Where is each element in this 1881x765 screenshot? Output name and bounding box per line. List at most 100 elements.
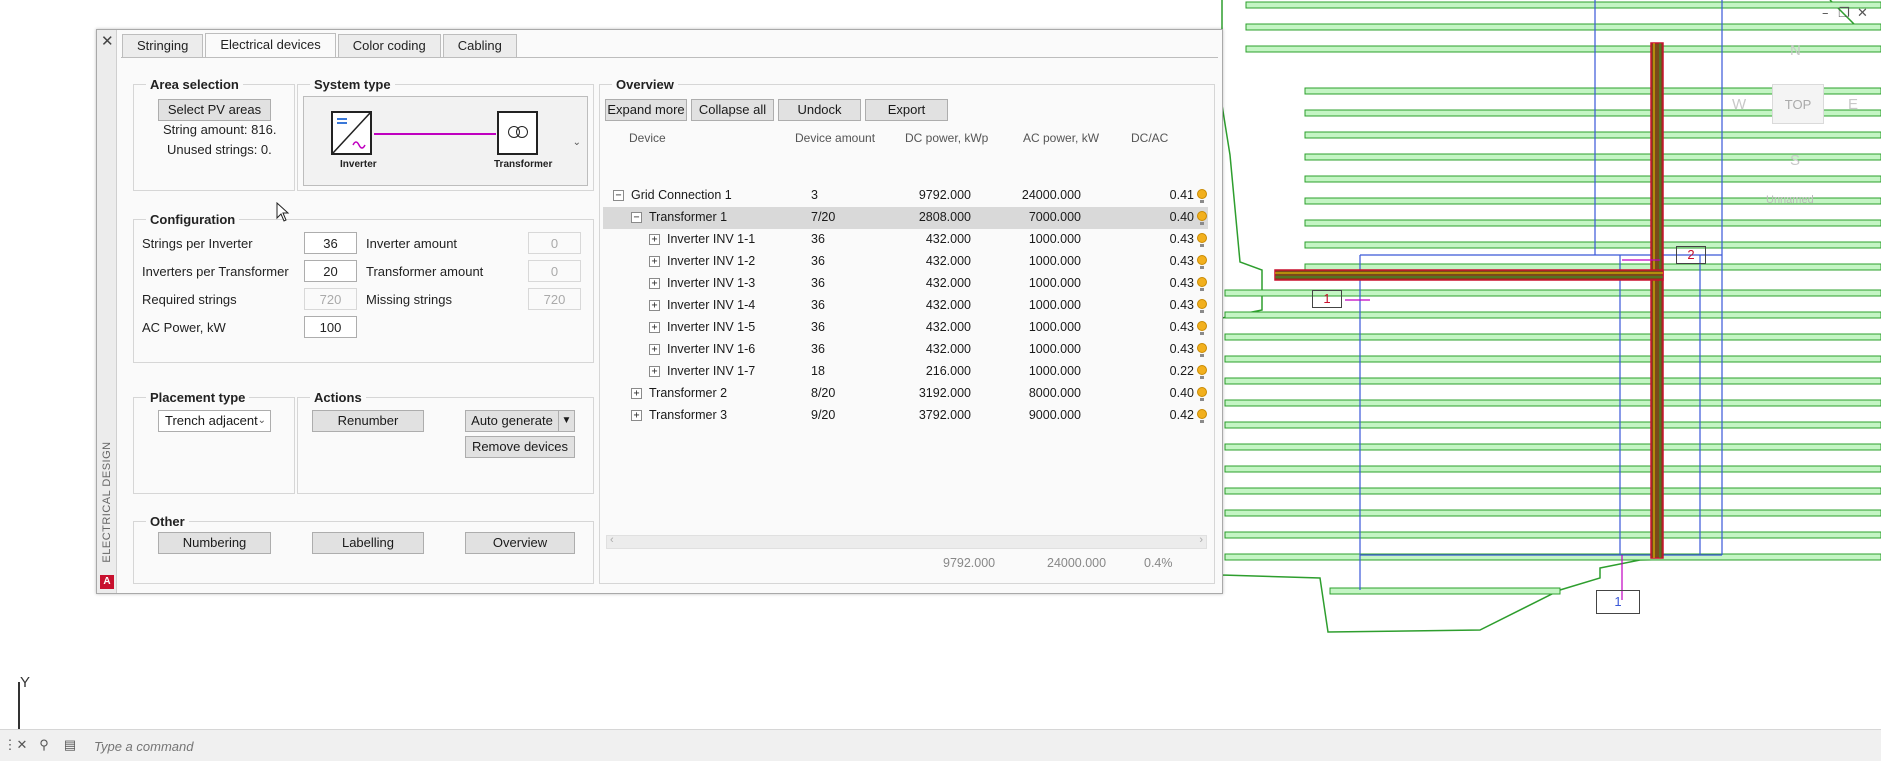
tree-row[interactable]: + Inverter INV 1-2 36 432.000 1000.000 0.43 — [603, 251, 1208, 273]
close-window-icon[interactable]: ✕ — [1857, 6, 1868, 21]
expand-icon[interactable]: + — [649, 322, 660, 333]
horizontal-scrollbar[interactable]: ‹ › — [606, 534, 1207, 549]
expand-icon[interactable]: + — [631, 410, 642, 421]
tree-row[interactable]: + Transformer 3 9/20 3792.000 9000.000 0.42 — [603, 405, 1208, 427]
command-line: ⋮ ✕ ⚲ ▤ — [0, 729, 1881, 761]
command-input[interactable] — [94, 736, 1794, 756]
expand-icon[interactable]: + — [631, 388, 642, 399]
lightbulb-icon[interactable] — [1197, 365, 1207, 379]
column-ac-power[interactable]: AC power, kW — [1023, 131, 1099, 145]
ac-power-input[interactable] — [304, 316, 357, 338]
wcs-menu[interactable]: Unnamed — [1766, 194, 1814, 206]
pv-row — [1245, 1, 1881, 9]
tree-row-dc-ac: 0.43 — [1169, 232, 1194, 246]
pv-row — [1224, 421, 1881, 429]
viewcube-east[interactable]: E — [1848, 96, 1858, 113]
strings-per-inverter-input[interactable] — [304, 232, 357, 254]
overview-title: Overview — [616, 77, 674, 92]
collapse-icon[interactable]: − — [631, 212, 642, 223]
expand-icon[interactable]: + — [649, 344, 660, 355]
expand-icon[interactable]: + — [649, 234, 660, 245]
column-dc-power[interactable]: DC power, kWp — [905, 131, 988, 145]
scroll-left-icon[interactable]: ‹ — [610, 534, 614, 546]
lightbulb-icon[interactable] — [1197, 387, 1207, 401]
tree-row[interactable]: + Inverter INV 1-7 18 216.000 1000.000 0.22 — [603, 361, 1208, 383]
select-pv-areas-button[interactable]: Select PV areas — [158, 99, 271, 121]
viewcube-south[interactable]: S — [1790, 152, 1800, 169]
auto-generate-button[interactable]: Auto generate — [465, 410, 559, 432]
tree-row[interactable]: + Inverter INV 1-4 36 432.000 1000.000 0.43 — [603, 295, 1208, 317]
collapse-all-button[interactable]: Collapse all — [691, 99, 774, 121]
close-command-line-icon[interactable]: ✕ — [14, 737, 30, 753]
device-marker[interactable]: 2 — [1676, 246, 1706, 264]
export-button[interactable]: Export — [865, 99, 948, 121]
column-device[interactable]: Device — [629, 131, 666, 145]
lightbulb-icon[interactable] — [1197, 277, 1207, 291]
palette-title-strip[interactable]: ✕ ELECTRICAL DESIGN A — [97, 30, 117, 593]
labelling-button[interactable]: Labelling — [312, 532, 424, 554]
pv-row — [1224, 487, 1881, 495]
system-type-selector[interactable]: Inverter Transformer ⌄ — [303, 96, 588, 186]
undock-button[interactable]: Undock — [778, 99, 861, 121]
renumber-button[interactable]: Renumber — [312, 410, 424, 432]
expand-icon[interactable]: + — [649, 278, 660, 289]
lightbulb-icon[interactable] — [1197, 343, 1207, 357]
overview-button[interactable]: Overview — [465, 532, 575, 554]
expand-icon[interactable]: + — [649, 300, 660, 311]
lightbulb-icon[interactable] — [1197, 409, 1207, 423]
recent-commands-icon[interactable]: ▤ — [62, 737, 78, 753]
lightbulb-icon[interactable] — [1197, 233, 1207, 247]
required-strings-label: Required strings — [142, 292, 237, 307]
customize-icon[interactable]: ⚲ — [36, 737, 52, 753]
viewcube-west[interactable]: W — [1732, 96, 1746, 113]
tree-row-amount: 36 — [811, 254, 825, 268]
auto-generate-dropdown[interactable]: ▼ — [558, 410, 575, 432]
scroll-right-icon[interactable]: › — [1199, 534, 1203, 546]
electrical-design-palette[interactable]: ✕ ELECTRICAL DESIGN A Stringing Electric… — [96, 29, 1223, 594]
minimize-icon[interactable]: – — [1822, 6, 1829, 21]
expand-more-button[interactable]: Expand more — [605, 99, 687, 121]
tab-cabling[interactable]: Cabling — [442, 34, 517, 57]
column-dc-ac[interactable]: DC/AC — [1131, 131, 1168, 145]
tree-row[interactable]: + Inverter INV 1-5 36 432.000 1000.000 0.43 — [603, 317, 1208, 339]
inverters-per-transformer-input[interactable] — [304, 260, 357, 282]
tree-row-device: Inverter INV 1-5 — [667, 320, 756, 334]
pv-row — [1224, 531, 1881, 539]
expand-icon[interactable]: + — [649, 256, 660, 267]
lightbulb-icon[interactable] — [1197, 189, 1207, 203]
lightbulb-icon[interactable] — [1197, 299, 1207, 313]
tree-row[interactable]: − Grid Connection 1 3 9792.000 24000.000 0.41 — [603, 185, 1208, 207]
collapse-icon[interactable]: − — [613, 190, 624, 201]
mouse-cursor-icon — [276, 202, 290, 222]
placement-type-select[interactable]: Trench adjacent ⌄ — [158, 410, 271, 432]
device-marker[interactable]: 1 — [1596, 590, 1640, 614]
tree-row[interactable]: + Transformer 2 8/20 3192.000 8000.000 0.40 — [603, 383, 1208, 405]
remove-devices-button[interactable]: Remove devices — [465, 436, 575, 458]
column-device-amount[interactable]: Device amount — [795, 131, 875, 145]
chevron-down-icon[interactable]: ⌄ — [573, 137, 581, 148]
tree-row[interactable]: + Inverter INV 1-6 36 432.000 1000.000 0.43 — [603, 339, 1208, 361]
tree-row-dc-power: 432.000 — [925, 298, 971, 312]
area-selection-title: Area selection — [150, 77, 239, 92]
close-icon[interactable]: ✕ — [101, 34, 114, 49]
tree-row[interactable]: − Transformer 1 7/20 2808.000 7000.000 0.40 — [603, 207, 1208, 229]
transformer-amount-label: Transformer amount — [366, 264, 484, 279]
restore-icon[interactable]: ❐ — [1838, 6, 1850, 21]
viewcube-north[interactable]: N — [1790, 42, 1801, 59]
viewcube-top[interactable]: TOP — [1772, 84, 1824, 124]
expand-icon[interactable]: + — [649, 366, 660, 377]
tab-electrical-devices[interactable]: Electrical devices — [205, 33, 336, 58]
lightbulb-icon[interactable] — [1197, 321, 1207, 335]
device-marker[interactable]: 1 — [1312, 290, 1342, 308]
tree-row[interactable]: + Inverter INV 1-1 36 432.000 1000.000 0.43 — [603, 229, 1208, 251]
tree-row-dc-ac: 0.43 — [1169, 320, 1194, 334]
numbering-button[interactable]: Numbering — [158, 532, 271, 554]
pv-row — [1224, 399, 1881, 407]
lightbulb-icon[interactable] — [1197, 211, 1207, 225]
tab-stringing[interactable]: Stringing — [122, 34, 204, 57]
lightbulb-icon[interactable] — [1197, 255, 1207, 269]
tree-row-device: Transformer 2 — [649, 386, 728, 400]
pv-row — [1224, 377, 1881, 385]
tab-color-coding[interactable]: Color coding — [337, 34, 441, 57]
tree-row[interactable]: + Inverter INV 1-3 36 432.000 1000.000 0.43 — [603, 273, 1208, 295]
